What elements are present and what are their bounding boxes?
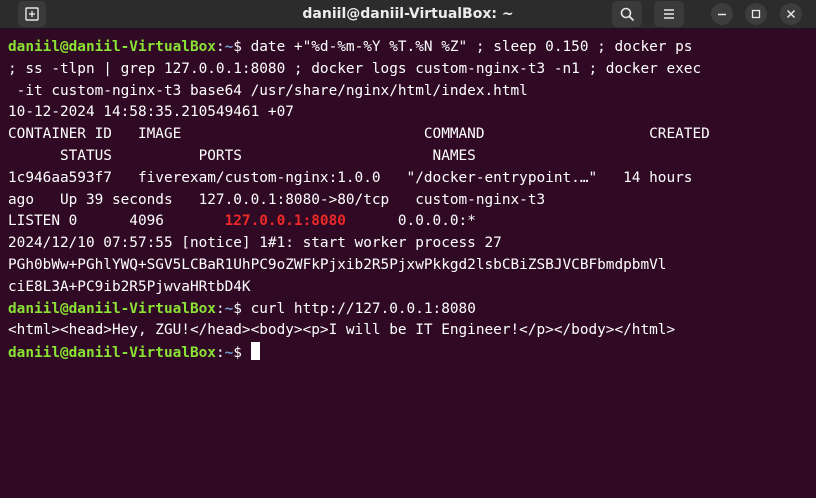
ss-output-prefix: LISTEN 0 4096: [8, 213, 225, 230]
maximize-icon: [751, 9, 761, 19]
command-line: date +"%d-%m-%Y %T.%N %Z" ; sleep 0.150 …: [250, 39, 693, 55]
prompt-user-host: daniil@daniil-VirtualBox: [8, 300, 216, 317]
base64-output: ciE8L3A+PC9ib2R5PjwvaHRtbD4K: [8, 278, 251, 295]
date-output: 10-12-2024 14:58:35.210549461 +07: [8, 104, 294, 121]
prompt-user-host: daniil@daniil-VirtualBox: [8, 345, 216, 362]
docker-ps-header: STATUS PORTS NAMES: [8, 147, 476, 164]
base64-output: PGh0bWw+PGhlYWQ+SGV5LCBaR1UhPC9oZWFkPjxi…: [8, 256, 667, 273]
terminal-output: daniil@daniil-VirtualBox:~$ date +"%d-%m…: [0, 29, 816, 365]
terminal-area[interactable]: daniil@daniil-VirtualBox:~$ date +"%d-%m…: [0, 29, 816, 498]
command-line: curl http://127.0.0.1:8080: [250, 300, 476, 317]
prompt-path: ~: [224, 300, 234, 317]
prompt-user-host: daniil@daniil-VirtualBox: [8, 39, 216, 55]
close-icon: [786, 9, 796, 19]
new-tab-icon: [25, 7, 39, 21]
prompt-separator: :: [215, 345, 225, 362]
title-bar: daniil@daniil-VirtualBox: ~: [0, 0, 816, 29]
command-line: -it custom-nginx-t3 base64 /usr/share/ng…: [8, 82, 528, 99]
prompt-separator: :: [215, 39, 225, 55]
ss-output-suffix: 0.0.0.0:*: [345, 213, 476, 230]
menu-button[interactable]: [654, 1, 684, 27]
hamburger-menu-icon: [664, 9, 674, 19]
maximize-button[interactable]: [745, 3, 767, 25]
minimize-button[interactable]: [711, 3, 733, 25]
prompt-sigil: $: [233, 345, 251, 362]
minimize-icon: [718, 13, 726, 16]
command-line: ; ss -tlpn | grep 127.0.0.1:8080 ; docke…: [8, 60, 702, 77]
grep-match: 127.0.0.1:8080: [224, 213, 346, 230]
prompt-path: ~: [224, 39, 234, 55]
prompt-sigil: $: [233, 39, 251, 55]
docker-ps-header: CONTAINER ID IMAGE COMMAND CREATED: [8, 126, 710, 143]
new-tab-button[interactable]: [18, 1, 46, 27]
prompt-separator: :: [215, 300, 225, 317]
docker-ps-row: 1c946aa593f7 fiverexam/custom-nginx:1.0.…: [8, 169, 693, 186]
docker-log-line: 2024/12/10 07:57:55 [notice] 1#1: start …: [8, 235, 502, 252]
curl-output: <html><head>Hey, ZGU!</head><body><p>I w…: [8, 322, 676, 339]
docker-ps-row: ago Up 39 seconds 127.0.0.1:8080->80/tcp…: [8, 191, 546, 208]
prompt-sigil: $: [233, 300, 251, 317]
text-cursor: [250, 342, 260, 361]
search-button[interactable]: [612, 1, 642, 27]
window-title: daniil@daniil-VirtualBox: ~: [302, 6, 514, 22]
close-button[interactable]: [780, 3, 802, 25]
prompt-path: ~: [224, 345, 234, 362]
search-icon: [620, 7, 634, 21]
